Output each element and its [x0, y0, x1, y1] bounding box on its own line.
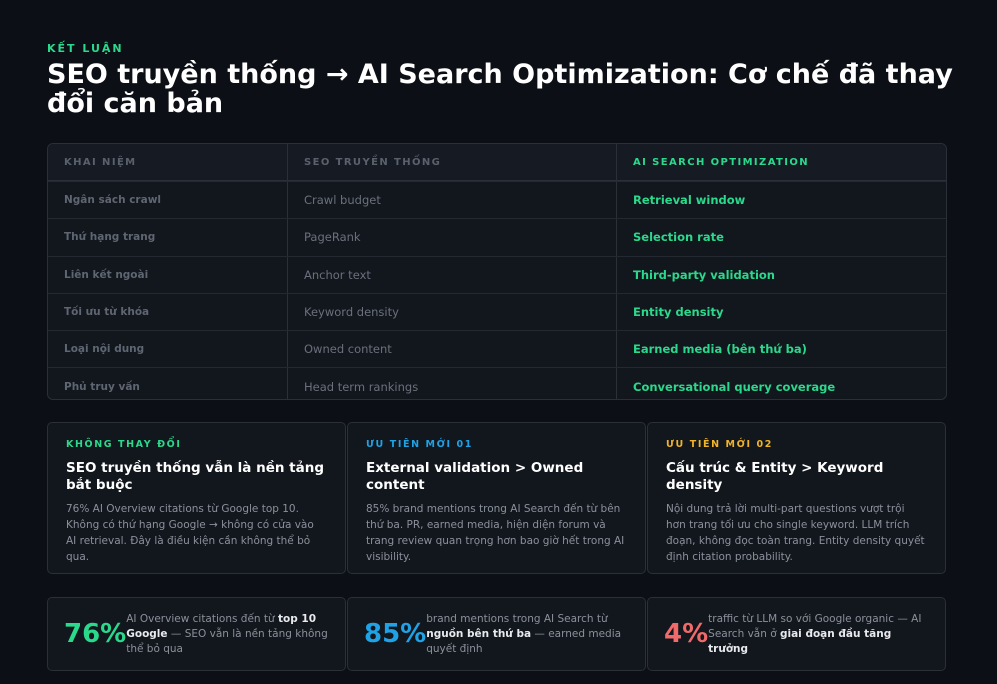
table-row: Phủ truy vấn Head term rankings Conversa…: [48, 367, 946, 399]
stat-text: brand mentions trong AI Search từ: [426, 612, 608, 625]
traditional-seo-cell: Anchor text: [288, 256, 617, 293]
concept-cell: Liên kết ngoài: [48, 256, 288, 293]
traditional-seo-cell: Crawl budget: [288, 182, 617, 219]
insight-card-unchanged: KHÔNG THAY ĐỔI SEO truyền thống vẫn là n…: [47, 422, 346, 574]
table-row: Loại nội dung Owned content Earned media…: [48, 330, 946, 368]
stat-value: 85%: [364, 619, 427, 649]
ai-search-cell: Third-party validation: [633, 267, 775, 282]
ai-search-cell: Earned media (bên thứ ba): [633, 342, 807, 357]
stat-card: 76% AI Overview citations đến từ top 10 …: [47, 597, 346, 671]
column-header-ai-search: AI SEARCH OPTIMIZATION: [633, 156, 810, 168]
concept-cell: Phủ truy vấn: [48, 368, 288, 399]
insight-card-priority-01: ƯU TIÊN MỚI 01 External validation > Own…: [347, 422, 646, 574]
concept-cell: Thứ hạng trang: [48, 219, 288, 256]
card-tag: ƯU TIÊN MỚI 01: [366, 439, 473, 450]
table-header-row: KHAI NIỆM SEO TRUYỀN THỐNG AI SEARCH OPT…: [48, 144, 946, 181]
stat-highlight: nguồn bên thứ ba: [426, 627, 532, 640]
ai-search-cell: Conversational query coverage: [633, 379, 836, 394]
card-title: SEO truyền thống vẫn là nền tảng bắt buộ…: [66, 460, 324, 493]
card-body: 85% brand mentions trong AI Search đến t…: [366, 503, 625, 563]
column-header-concept: KHAI NIỆM: [48, 144, 288, 180]
section-eyebrow: KẾT LUẬN: [47, 42, 124, 55]
card-title: External validation > Owned content: [366, 460, 584, 493]
table-row: Tối ưu từ khóa Keyword density Entity de…: [48, 292, 946, 331]
stat-card: 4% traffic từ LLM so với Google organic …: [647, 597, 946, 671]
traditional-seo-cell: PageRank: [288, 219, 617, 256]
stat-description: brand mentions trong AI Search từ nguồn …: [426, 612, 629, 657]
card-tag: KHÔNG THAY ĐỔI: [66, 439, 182, 450]
stat-description: traffic từ LLM so với Google organic — A…: [708, 612, 929, 657]
page-title: SEO truyền thống → AI Search Optimizatio…: [47, 59, 953, 119]
concept-cell: Tối ưu từ khóa: [48, 293, 288, 331]
table-row: Ngân sách crawl Crawl budget Retrieval w…: [48, 181, 946, 219]
card-tag: ƯU TIÊN MỚI 02: [666, 439, 773, 450]
ai-search-cell: Selection rate: [633, 230, 724, 245]
table-row: Thứ hạng trang PageRank Selection rate: [48, 218, 946, 256]
column-header-traditional-seo: SEO TRUYỀN THỐNG: [288, 144, 617, 180]
card-title: Cấu trúc & Entity > Keyword density: [666, 460, 884, 493]
card-body: Nội dung trả lời multi-part questions vư…: [666, 503, 925, 563]
concept-cell: Loại nội dung: [48, 331, 288, 368]
stat-value: 76%: [64, 619, 127, 649]
traditional-seo-cell: Owned content: [288, 331, 617, 368]
stat-text: AI Overview citations đến từ: [126, 612, 279, 625]
insight-card-priority-02: ƯU TIÊN MỚI 02 Cấu trúc & Entity > Keywo…: [647, 422, 946, 574]
stat-description: AI Overview citations đến từ top 10 Goog…: [126, 612, 329, 657]
ai-search-cell: Retrieval window: [633, 193, 746, 208]
traditional-seo-cell: Head term rankings: [288, 368, 617, 399]
stat-card: 85% brand mentions trong AI Search từ ng…: [347, 597, 646, 671]
ai-search-cell: Entity density: [633, 305, 724, 320]
card-body: 76% AI Overview citations từ Google top …: [66, 503, 314, 563]
traditional-seo-cell: Keyword density: [288, 293, 617, 331]
concept-cell: Ngân sách crawl: [48, 182, 288, 219]
comparison-table: KHAI NIỆM SEO TRUYỀN THỐNG AI SEARCH OPT…: [47, 143, 947, 400]
stat-value: 4%: [664, 619, 709, 649]
table-row: Liên kết ngoài Anchor text Third-party v…: [48, 255, 946, 293]
